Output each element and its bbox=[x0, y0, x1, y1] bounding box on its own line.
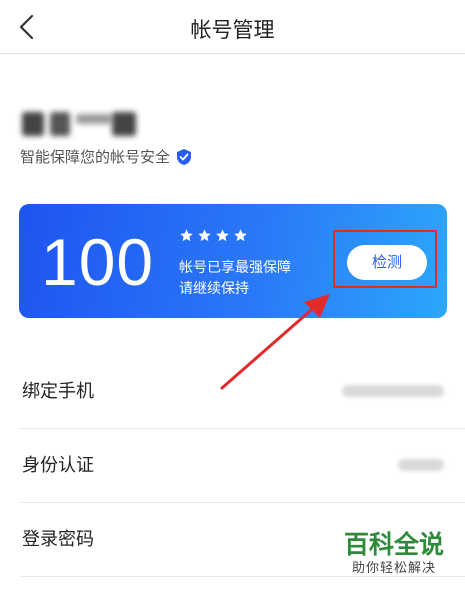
menu-item-identity[interactable]: 身份认证 bbox=[20, 429, 465, 503]
security-score: 100 bbox=[41, 225, 155, 299]
security-description: 智能保障您的帐号安全 bbox=[20, 146, 192, 167]
menu-item-label: 身份认证 bbox=[22, 455, 94, 476]
shield-check-icon bbox=[177, 148, 192, 165]
watermark-logo: 百科全说 助你轻松解决 bbox=[330, 530, 458, 586]
status-line-1: 帐号已享最强保障 bbox=[179, 260, 291, 276]
status-text: 帐号已享最强保障 请继续保持 bbox=[179, 258, 291, 300]
security-score-card: 100 帐号已享最强保障 请继续保持 检测 bbox=[19, 204, 447, 318]
star-rating bbox=[179, 228, 248, 243]
star-icon bbox=[198, 229, 211, 242]
status-line-2: 请继续保持 bbox=[179, 281, 249, 297]
star-icon bbox=[234, 229, 247, 242]
menu-item-label: 绑定手机 bbox=[22, 381, 94, 402]
menu-item-bind-phone[interactable]: 绑定手机 bbox=[20, 355, 465, 429]
watermark-subtitle: 助你轻松解决 bbox=[351, 561, 436, 576]
menu-item-label: 登录密码 bbox=[22, 529, 94, 550]
check-button[interactable]: 检测 bbox=[347, 245, 427, 280]
account-name-masked bbox=[20, 108, 140, 140]
masked-value bbox=[342, 385, 444, 397]
masked-value bbox=[398, 459, 444, 471]
page-title: 帐号管理 bbox=[190, 18, 275, 42]
star-icon bbox=[216, 229, 229, 242]
star-icon bbox=[180, 229, 193, 242]
watermark-title: 百科全说 bbox=[343, 530, 444, 559]
top-bar: 帐号管理 bbox=[0, 0, 465, 54]
security-text: 智能保障您的帐号安全 bbox=[20, 148, 171, 166]
